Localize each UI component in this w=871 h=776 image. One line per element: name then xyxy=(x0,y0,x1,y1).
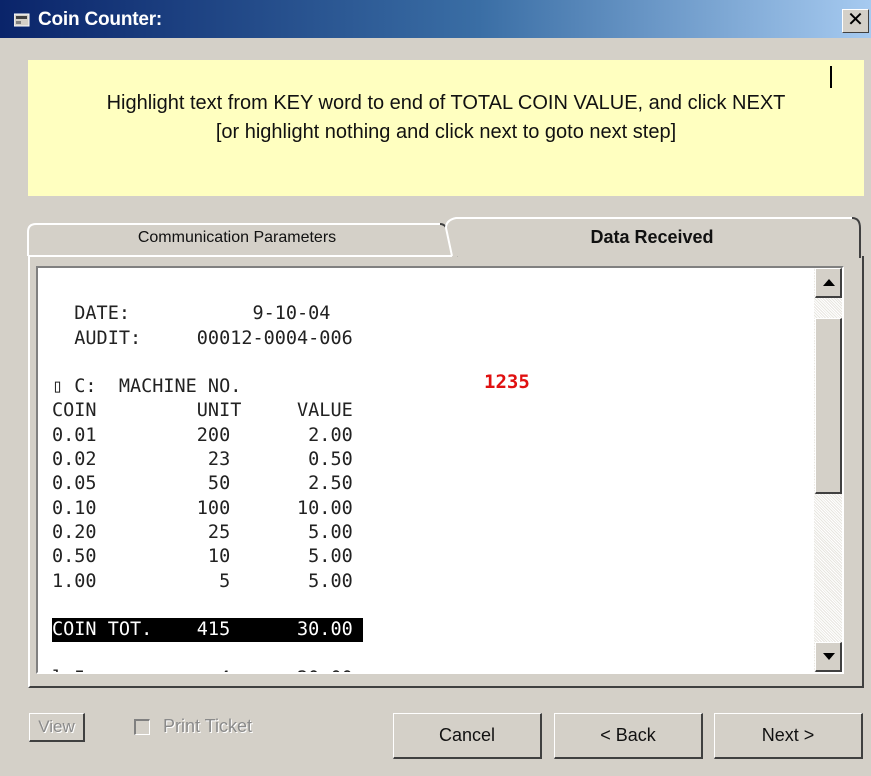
back-button[interactable]: < Back xyxy=(554,713,703,759)
report-line: 0.05 50 2.50 xyxy=(52,473,353,495)
next-button[interactable]: Next > xyxy=(714,713,863,759)
tab-communication-parameters[interactable]: Communication Parameters xyxy=(28,224,446,256)
report-line: COIN UNIT VALUE xyxy=(52,400,353,422)
report-line: 0.20 25 5.00 xyxy=(52,521,353,543)
cancel-button[interactable]: Cancel xyxy=(393,713,542,759)
scroll-thumb[interactable] xyxy=(815,318,842,494)
machine-number-value: 1235 xyxy=(484,371,530,393)
report-line xyxy=(52,351,363,375)
print-ticket-checkbox[interactable] xyxy=(134,719,150,735)
report-line: 0.02 23 0.50 xyxy=(52,449,353,471)
arrow-down-icon xyxy=(823,653,835,660)
highlighted-selection: COIN TOT. 415 30.00 xyxy=(52,618,363,643)
report-line xyxy=(52,642,363,666)
report-line: AUDIT: 00012-0004-006 xyxy=(52,327,353,349)
tab-data-received[interactable]: Data Received xyxy=(452,222,852,254)
report-line xyxy=(52,278,363,302)
print-ticket-label: Print Ticket xyxy=(163,716,253,736)
vertical-scrollbar[interactable] xyxy=(814,268,842,672)
report-line: 0.01 200 2.00 xyxy=(52,424,353,446)
view-button[interactable]: View xyxy=(29,713,85,742)
report-line: l 5 4 20.00 xyxy=(52,667,363,672)
report-line: ▯ C: MACHINE NO. xyxy=(52,376,242,398)
received-report-text[interactable]: DATE: 9-10-04 AUDIT: 00012-0004-006 ▯ C: … xyxy=(52,278,363,672)
scroll-down-button[interactable] xyxy=(815,642,842,672)
report-line: 0.50 10 5.00 xyxy=(52,546,353,568)
arrow-up-icon xyxy=(823,279,835,286)
report-line: 1.00 5 5.00 xyxy=(52,570,353,592)
report-line: COIN TOT. 415 30.00 xyxy=(52,618,363,643)
scroll-up-button[interactable] xyxy=(815,268,842,298)
data-received-textbox[interactable]: DATE: 9-10-04 AUDIT: 00012-0004-006 ▯ C: … xyxy=(36,266,844,674)
report-line: DATE: 9-10-04 xyxy=(52,303,331,325)
report-line: 0.10 100 10.00 xyxy=(52,497,353,519)
report-line xyxy=(52,594,363,618)
